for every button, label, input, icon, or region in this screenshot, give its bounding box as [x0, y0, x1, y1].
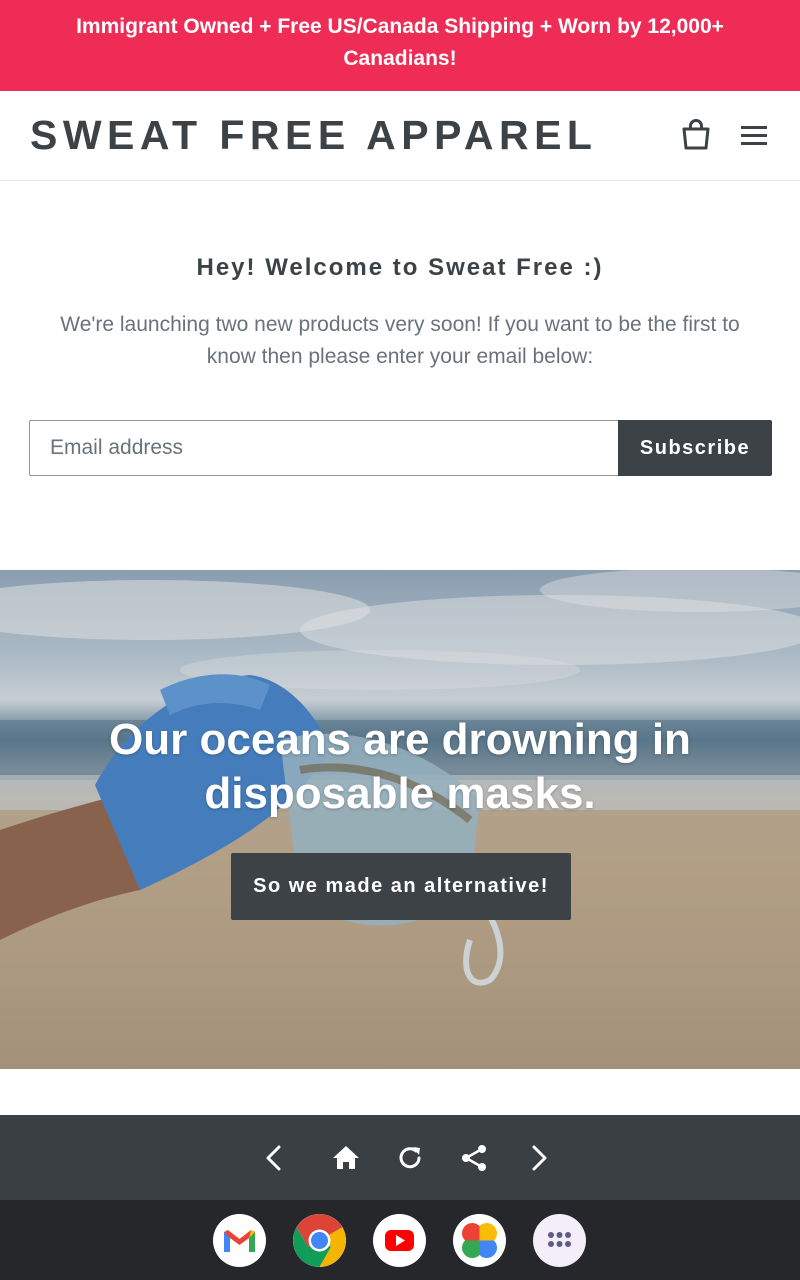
chevron-right-icon[interactable]: [521, 1141, 555, 1175]
email-input[interactable]: [29, 420, 619, 476]
home-icon[interactable]: [329, 1141, 363, 1175]
gmail-icon[interactable]: [213, 1214, 266, 1267]
hero-banner: Our oceans are drowning in disposable ma…: [0, 570, 800, 1069]
app-drawer-icon[interactable]: [533, 1214, 586, 1267]
reload-icon[interactable]: [393, 1141, 427, 1175]
newsletter-form: Subscribe: [29, 420, 772, 476]
site-header: SWEAT FREE APPAREL: [0, 91, 800, 181]
youtube-icon[interactable]: [373, 1214, 426, 1267]
share-icon[interactable]: [457, 1141, 491, 1175]
hero-title: Our oceans are drowning in disposable ma…: [109, 715, 691, 818]
newsletter-text: We're launching two new products very so…: [60, 313, 740, 368]
hamburger-menu-icon[interactable]: [736, 117, 772, 153]
shopping-bag-icon[interactable]: [678, 117, 714, 153]
subscribe-button[interactable]: Subscribe: [618, 420, 772, 476]
hero-cta-button[interactable]: So we made an alternative!: [231, 853, 571, 920]
site-logo[interactable]: SWEAT FREE APPAREL: [30, 111, 597, 159]
announcement-bar: Immigrant Owned + Free US/Canada Shippin…: [0, 0, 800, 91]
newsletter-title: Hey! Welcome to Sweat Free :): [196, 254, 604, 281]
chrome-icon[interactable]: [293, 1214, 346, 1267]
announcement-text: Immigrant Owned + Free US/Canada Shippin…: [76, 15, 724, 70]
google-photos-icon[interactable]: [453, 1214, 506, 1267]
app-dock: [0, 1200, 800, 1280]
chevron-left-icon[interactable]: [258, 1141, 292, 1175]
browser-nav-bar: [0, 1115, 800, 1200]
